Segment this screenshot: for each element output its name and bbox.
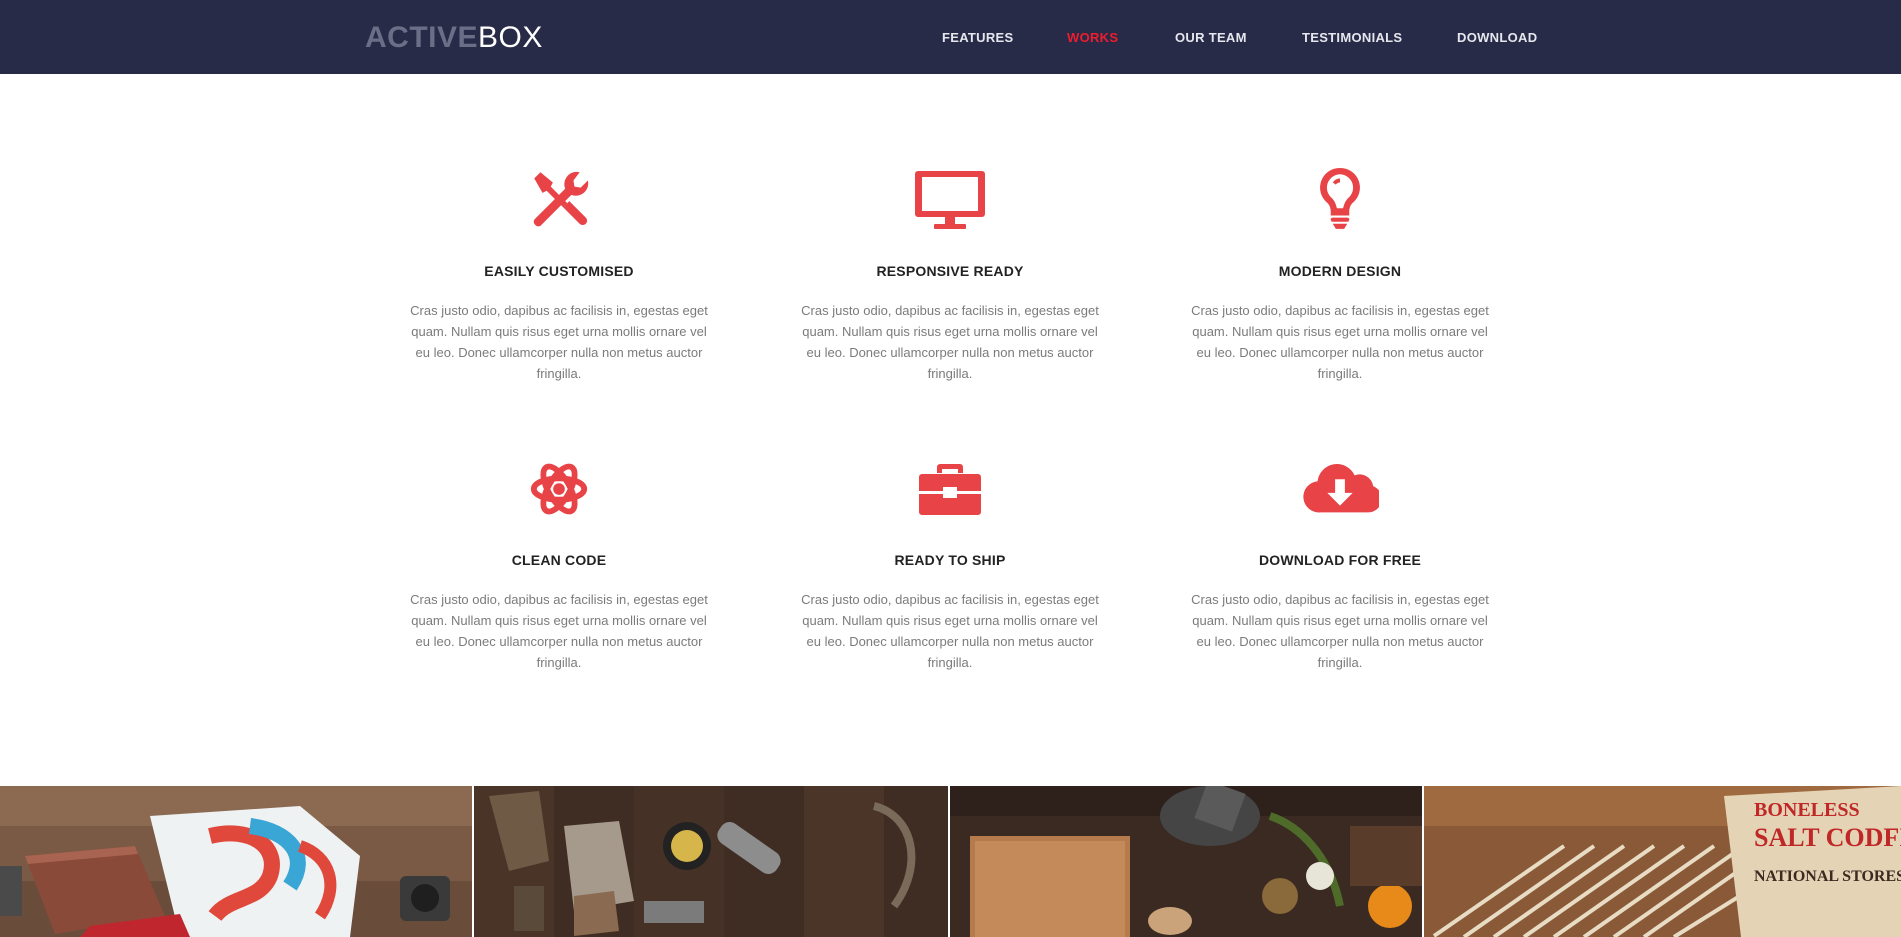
feature-description: Cras justo odio, dapibus ac facilisis in… [801, 592, 1099, 670]
feature-title: EASILY CUSTOMISED [484, 263, 634, 279]
gallery-image-tshirt-book[interactable] [0, 786, 474, 937]
atom-icon [519, 454, 599, 524]
toolbox-icon [910, 454, 990, 524]
site-header: ACTIVEBOX FEATURES WORKS OUR TEAM TESTIM… [0, 0, 1901, 74]
feature-description: Cras justo odio, dapibus ac facilisis in… [801, 303, 1099, 381]
feature-title: DOWNLOAD FOR FREE [1258, 552, 1422, 568]
logo-light-text: BOX [478, 21, 543, 54]
lightbulb-icon [1300, 164, 1380, 234]
gallery-image-salt-codfish-crate[interactable]: BONELESS SALT CODFISH NATIONAL STORES [1424, 786, 1901, 937]
nav-item-our-team[interactable]: OUR TEAM [1175, 30, 1247, 45]
nav-item-testimonials[interactable]: TESTIMONIALS [1302, 30, 1402, 45]
svg-text:SALT CODFISH: SALT CODFISH [1754, 823, 1901, 852]
gallery-image-cooking-board[interactable] [950, 786, 1424, 937]
feature-description: Cras justo odio, dapibus ac facilisis in… [410, 592, 708, 670]
gallery-image-vintage-tools[interactable] [474, 786, 950, 937]
svg-text:BONELESS: BONELESS [1754, 799, 1860, 821]
feature-title: CLEAN CODE [511, 552, 607, 568]
svg-text:NATIONAL STORES: NATIONAL STORES [1754, 868, 1901, 885]
logo[interactable]: ACTIVEBOX [365, 22, 543, 54]
logo-bold-text: ACTIVE [365, 21, 479, 54]
tools-icon [519, 164, 599, 234]
feature-title: RESPONSIVE READY [876, 263, 1024, 279]
feature-description: Cras justo odio, dapibus ac facilisis in… [410, 303, 708, 381]
feature-description: Cras justo odio, dapibus ac facilisis in… [1191, 303, 1489, 381]
works-gallery: BONELESS SALT CODFISH NATIONAL STORES [0, 786, 1901, 937]
nav-item-download[interactable]: DOWNLOAD [1457, 30, 1537, 45]
cloud-download-icon [1300, 454, 1380, 524]
feature-description: Cras justo odio, dapibus ac facilisis in… [1191, 592, 1489, 670]
nav-item-features[interactable]: FEATURES [942, 30, 1014, 45]
nav-item-works[interactable]: WORKS [1067, 30, 1118, 45]
feature-title: MODERN DESIGN [1278, 263, 1402, 279]
monitor-icon [910, 164, 990, 234]
feature-title: READY TO SHIP [894, 552, 1006, 568]
